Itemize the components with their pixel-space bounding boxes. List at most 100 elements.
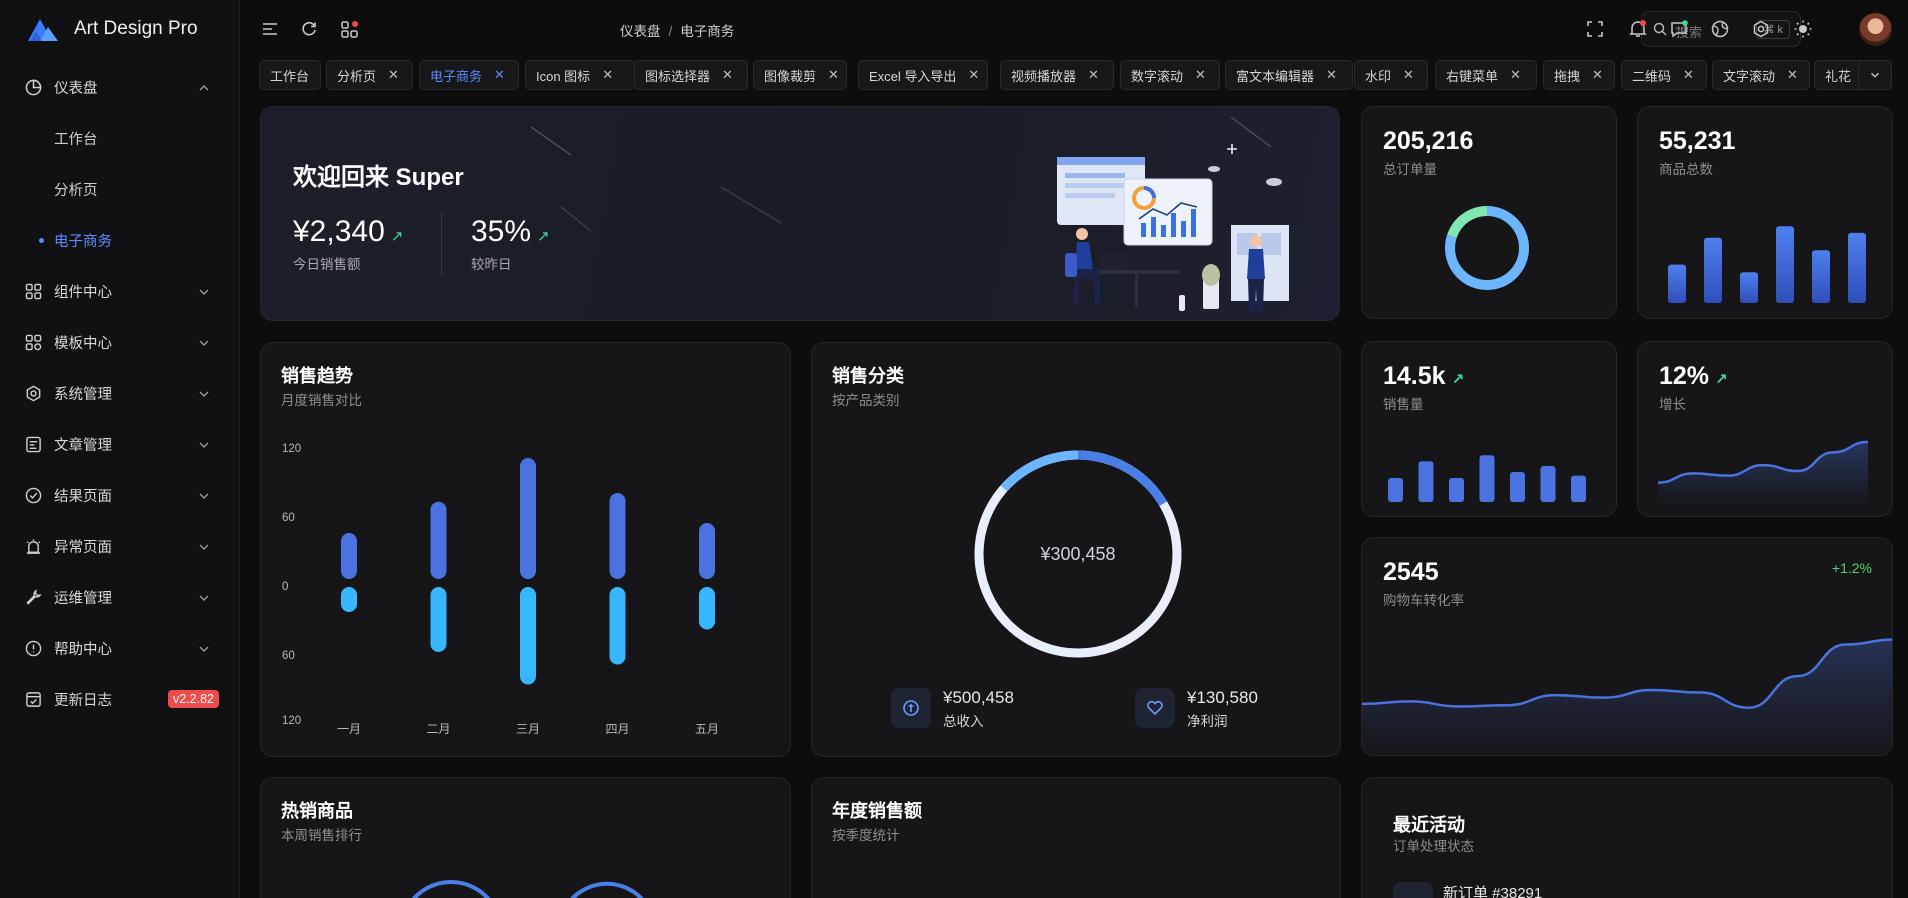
tab-text-scroll[interactable]: 文字滚动 ✕ (1712, 60, 1810, 90)
close-icon[interactable]: ✕ (722, 67, 733, 83)
tab-analysis[interactable]: 分析页 ✕ (326, 60, 413, 90)
sidebar-item-exceptions[interactable]: 异常页面 (0, 521, 240, 572)
bar (1668, 264, 1686, 303)
close-icon[interactable]: ✕ (968, 67, 979, 83)
profit-legend: ¥130,580 净利润 (1135, 688, 1295, 730)
bar-positive (609, 493, 626, 579)
sidebar-item-label: 文章管理 (54, 438, 112, 454)
tab-icons[interactable]: Icon 图标 ✕ (525, 60, 635, 90)
alarm-icon (24, 538, 42, 556)
tab-watermark[interactable]: 水印 ✕ (1354, 60, 1428, 90)
growth-amount: 35% (471, 215, 532, 248)
sales-volume-card: 14.5k ↗ 销售量 (1361, 341, 1617, 517)
sidebar-item-results[interactable]: 结果页面 (0, 470, 240, 521)
tab-excel[interactable]: Excel 导入导出 ✕ (858, 60, 988, 90)
language-globe-icon[interactable] (1710, 19, 1730, 39)
tab-label: 图标选择器 (645, 68, 711, 84)
close-icon[interactable]: ✕ (1787, 67, 1798, 83)
close-icon[interactable]: ✕ (1403, 67, 1414, 83)
tab-qrcode[interactable]: 二维码 ✕ (1621, 60, 1707, 90)
annual-sales-card: 年度销售额 按季度统计 (811, 777, 1341, 898)
notification-bell-icon[interactable] (1628, 19, 1648, 39)
tab-workbench[interactable]: 工作台 (259, 60, 321, 90)
recent-activity-card: 最近活动 订单处理状态 新订单 #38291 (1361, 777, 1893, 898)
chevron-down-icon (199, 646, 209, 652)
close-icon[interactable]: ✕ (1683, 67, 1694, 83)
area-fill (1362, 639, 1892, 755)
bar (1540, 466, 1556, 502)
growth-value: 35% ↗ (471, 215, 550, 249)
sidebar-item-analysis[interactable]: 分析页 (0, 164, 240, 215)
sidebar-item-ops[interactable]: 运维管理 (0, 572, 240, 623)
sidebar-item-label: 运维管理 (54, 591, 112, 607)
orders-donut-chart (1445, 206, 1529, 290)
user-avatar[interactable] (1859, 13, 1892, 46)
chevron-down-icon (1871, 72, 1879, 78)
arrow-up-right-icon: ↗ (390, 228, 404, 245)
hot-products-chart (411, 880, 644, 898)
close-icon[interactable]: ✕ (494, 67, 505, 83)
tab-rich-editor[interactable]: 富文本编辑器 ✕ (1225, 60, 1353, 90)
sidebar-item-workbench[interactable]: 工作台 (0, 113, 240, 164)
close-icon[interactable]: ✕ (602, 67, 613, 83)
sales-volume-value: 14.5k ↗ (1383, 362, 1464, 391)
welcome-illustration (1057, 144, 1289, 313)
sidebar-menu: 仪表盘 工作台 分析页 电子商务 组件中心 模板中心 系统管理 文章管理 结果页… (0, 62, 240, 725)
tab-image-crop[interactable]: 图像裁剪 ✕ (753, 60, 847, 90)
growth-card: 12% ↗ 增长 (1637, 341, 1893, 517)
tab-label: Excel 导入导出 (869, 68, 957, 84)
close-icon[interactable]: ✕ (1326, 67, 1337, 83)
conversion-change: +1.2% (1831, 560, 1872, 576)
menu-toggle-icon[interactable] (260, 19, 280, 39)
today-sales-value: ¥2,340 ↗ (293, 215, 403, 249)
chat-icon[interactable] (1669, 19, 1689, 39)
close-icon[interactable]: ✕ (1592, 67, 1603, 83)
tab-video-player[interactable]: 视频播放器 ✕ (1000, 60, 1114, 90)
tab-icon-picker[interactable]: 图标选择器 ✕ (634, 60, 748, 90)
fullscreen-icon[interactable] (1585, 19, 1605, 39)
close-icon[interactable]: ✕ (1195, 67, 1206, 83)
tab-label: 拖拽 (1554, 68, 1581, 84)
check-circle-icon (24, 487, 42, 505)
logo-icon (28, 19, 58, 41)
tab-more-button[interactable] (1858, 60, 1892, 90)
tab-context-menu[interactable]: 右键菜单 ✕ (1435, 60, 1537, 90)
bar (1479, 455, 1495, 502)
close-icon[interactable]: ✕ (1510, 67, 1521, 83)
sidebar-item-components[interactable]: 组件中心 (0, 266, 240, 317)
tab-label: 分析页 (337, 68, 377, 84)
close-icon[interactable]: ✕ (388, 67, 399, 83)
tab-drag[interactable]: 拖拽 ✕ (1543, 60, 1615, 90)
sales-volume-bar-chart (1388, 455, 1586, 502)
app-logo[interactable]: Art Design Pro (26, 14, 198, 44)
arrow-up-right-icon: ↗ (1715, 371, 1728, 388)
sidebar-item-changelog[interactable]: 更新日志 v2.2.82 (0, 674, 240, 725)
tab-count-up[interactable]: 数字滚动 ✕ (1120, 60, 1220, 90)
settings-icon[interactable] (1751, 19, 1771, 39)
sidebar-item-system[interactable]: 系统管理 (0, 368, 240, 419)
close-icon[interactable]: ✕ (828, 67, 839, 83)
tab-ecommerce[interactable]: 电子商务 ✕ (419, 60, 519, 90)
activity-item-title[interactable]: 新订单 #38291 (1443, 882, 1542, 898)
bar-negative (520, 587, 536, 685)
top-header: 仪表盘 / 电子商务 搜索 ⌘ k (241, 0, 1908, 58)
sidebar-item-articles[interactable]: 文章管理 (0, 419, 240, 470)
profit-value: ¥130,580 (1187, 688, 1258, 707)
breadcrumb-item[interactable]: 仪表盘 (620, 24, 661, 39)
sidebar-item-templates[interactable]: 模板中心 (0, 317, 240, 368)
chevron-down-icon (199, 442, 209, 448)
close-icon[interactable]: ✕ (1088, 67, 1099, 83)
total-products-card: 55,231 商品总数 (1637, 106, 1893, 319)
refresh-icon[interactable] (299, 19, 319, 39)
sidebar-item-dashboard[interactable]: 仪表盘 (0, 62, 240, 113)
sidebar-item-label: 系统管理 (54, 387, 112, 403)
template-icon (24, 334, 42, 352)
apps-icon[interactable] (340, 19, 360, 39)
sales-trend-title: 销售趋势 (281, 366, 353, 386)
bar-positive (430, 501, 447, 579)
conversion-label: 购物车转化率 (1383, 593, 1464, 608)
sidebar-item-help[interactable]: 帮助中心 (0, 623, 240, 674)
sidebar-item-label: 结果页面 (54, 489, 112, 505)
theme-sun-icon[interactable] (1793, 19, 1813, 39)
sidebar-item-ecommerce[interactable]: 电子商务 (0, 215, 240, 266)
